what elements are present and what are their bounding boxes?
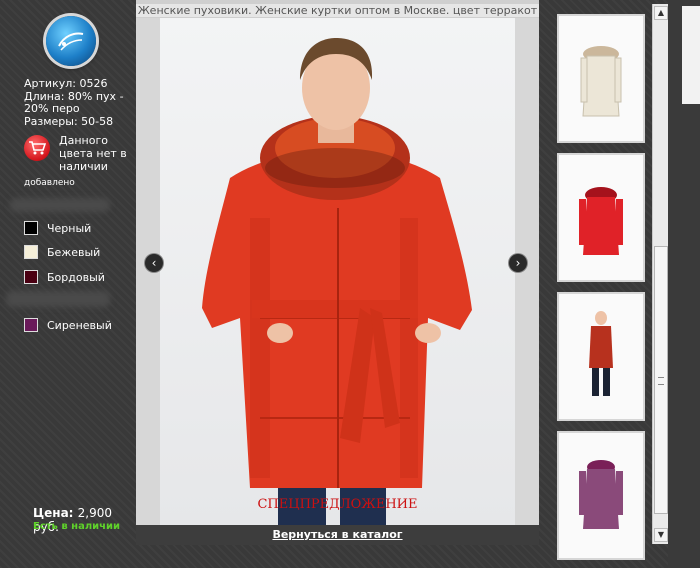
- scroll-up-button[interactable]: ▲: [654, 6, 668, 20]
- next-image-button[interactable]: ›: [509, 254, 527, 272]
- prev-image-button[interactable]: ‹: [145, 254, 163, 272]
- image-viewer: Женские пуховики. Женские куртки оптом в…: [136, 0, 539, 545]
- color-label: Сиреневый: [47, 318, 112, 332]
- stock-status: Есть в наличии: [33, 521, 121, 532]
- arrow-up-icon: ▲: [657, 8, 665, 17]
- product-photo: [160, 18, 515, 525]
- added-text: добавлено: [24, 178, 75, 188]
- viewer-title: Женские пуховики. Женские куртки оптом в…: [136, 4, 539, 17]
- color-label: Бежевый: [47, 245, 101, 259]
- color-option-burgundy[interactable]: Бордовый: [24, 269, 105, 285]
- color-option-beige[interactable]: Бежевый: [24, 244, 100, 260]
- scrollbar-thumb[interactable]: [654, 246, 668, 514]
- color-label: Черный: [47, 221, 92, 235]
- jacket-beige-thumbnail: [559, 16, 643, 141]
- woman-in-red-jacket-image: [202, 38, 472, 525]
- page-scrollbar[interactable]: [682, 6, 700, 104]
- color-swatch-burgundy: [24, 270, 38, 284]
- chevron-left-icon: ‹: [151, 256, 157, 270]
- blurred-text: [10, 198, 110, 212]
- grip-icon: [658, 377, 664, 385]
- scroll-down-button[interactable]: ▼: [654, 528, 668, 542]
- thumbnail-item[interactable]: [557, 292, 645, 421]
- thumbnail-item[interactable]: [557, 153, 645, 282]
- special-offer-text[interactable]: СПЕЦПРЕДЛОЖЕНИЕ: [136, 497, 539, 512]
- price-label: Цена:: [33, 506, 74, 520]
- unavailable-text: Данного цвета нет в наличии: [59, 134, 127, 173]
- product-info-panel: Артикул: 0526 Длина: 80% пух - 20% перо …: [0, 0, 136, 568]
- color-option-black[interactable]: Черный: [24, 220, 91, 236]
- jacket-red-thumbnail: [559, 155, 643, 280]
- jacket-terracotta-thumbnail: [559, 294, 643, 419]
- chevron-right-icon: ›: [515, 256, 521, 270]
- article-text: Артикул: 0526: [24, 77, 108, 90]
- back-to-catalog-link[interactable]: Вернуться в каталог: [136, 528, 539, 541]
- thumbnail-list: [550, 10, 650, 560]
- product-specs: Артикул: 0526 Длина: 80% пух - 20% перо …: [24, 77, 130, 128]
- sizes-text: Размеры: 50-58: [24, 114, 114, 128]
- cart-icon[interactable]: [24, 135, 50, 161]
- blurred-text: [6, 291, 110, 307]
- color-option-lilac[interactable]: Сиреневый: [24, 317, 112, 333]
- length-text: Длина: 80% пух - 20% перо: [24, 89, 124, 115]
- color-label: Бордовый: [47, 270, 105, 284]
- thumbnail-item[interactable]: [557, 431, 645, 560]
- color-swatch-lilac: [24, 318, 38, 332]
- logo-icon[interactable]: [46, 16, 96, 66]
- thumbnail-item[interactable]: [557, 14, 645, 143]
- thumbnail-scrollbar[interactable]: ▲ ▼: [652, 4, 669, 544]
- color-swatch-black: [24, 221, 38, 235]
- color-swatch-beige: [24, 245, 38, 259]
- arrow-down-icon: ▼: [657, 530, 665, 539]
- jacket-purple-thumbnail: [559, 433, 643, 558]
